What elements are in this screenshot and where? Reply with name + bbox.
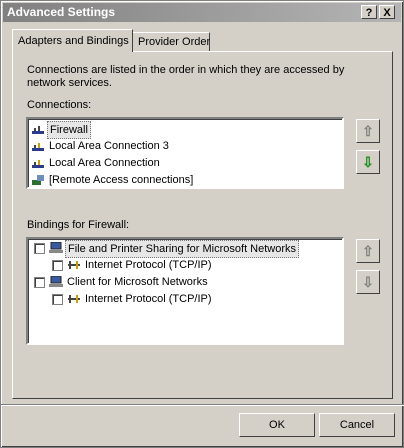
protocol-icon [68,295,80,303]
list-item-label: Local Area Connection 3 [49,140,169,152]
title-bar[interactable]: Advanced Settings ? X [3,3,401,22]
connection-move-down-button[interactable]: ⇩ [356,150,380,174]
cancel-button[interactable]: Cancel [319,413,395,437]
tab-label: Adapters and Bindings [18,35,129,47]
description-text: Connections are listed in the order in w… [27,64,345,89]
protocol-icon [68,261,80,269]
cancel-label: Cancel [339,419,375,431]
arrow-down-icon: ⇩ [362,154,374,170]
help-icon: ? [365,7,373,19]
close-button[interactable]: X [379,5,395,19]
ok-label: OK [269,419,285,431]
tree-item-label: Internet Protocol (TCP/IP) [85,293,212,305]
list-item-label: Local Area Connection [49,157,160,169]
computer-icon [49,242,63,253]
ok-button[interactable]: OK [239,413,315,437]
connections-label: Connections: [27,99,92,111]
connections-list[interactable]: Firewall Local Area Connection 3 Local A… [26,117,344,189]
network-adapter-icon [32,143,44,151]
advanced-settings-window: Advanced Settings ? X Adapters and Bindi… [0,0,404,448]
arrow-up-icon: ⇧ [362,123,374,139]
network-adapter-icon [32,126,44,134]
tree-item-label: Client for Microsoft Networks [67,276,208,288]
bindings-label: Bindings for Firewall: [27,219,130,231]
tab-panel: Connections are listed in the order in w… [12,51,393,399]
arrow-down-icon: ⇩ [362,274,374,290]
tree-item-client-for-microsoft-networks[interactable]: Client for Microsoft Networks [30,274,340,290]
binding-move-up-button[interactable]: ⇧ [356,239,380,263]
tree-item-internet-protocol[interactable]: Internet Protocol (TCP/IP) [30,291,340,307]
list-item-label: Firewall [47,121,91,139]
bindings-tree[interactable]: File and Printer Sharing for Microsoft N… [26,237,344,345]
tree-item-label: Internet Protocol (TCP/IP) [85,259,212,271]
close-icon: X [383,7,391,19]
arrow-up-icon: ⇧ [362,243,374,259]
list-item-firewall[interactable]: Firewall [30,121,330,139]
remote-access-icon [32,175,44,185]
tab-label: Provider Order [138,36,211,48]
tab-provider-order[interactable]: Provider Order [132,32,210,52]
binding-checkbox[interactable] [52,294,63,305]
network-adapter-icon [32,160,44,168]
list-item-local-area-connection-3[interactable]: Local Area Connection 3 [30,138,330,154]
divider [1,404,404,406]
connection-move-up-button[interactable]: ⇧ [356,119,380,143]
help-button[interactable]: ? [361,5,377,19]
tree-item-label: File and Printer Sharing for Microsoft N… [65,240,300,258]
window-title: Advanced Settings [7,5,116,19]
list-item-remote-access-connections[interactable]: [Remote Access connections] [30,172,330,188]
binding-checkbox[interactable] [34,277,45,288]
tab-adapters-and-bindings[interactable]: Adapters and Bindings [12,29,133,52]
binding-move-down-button[interactable]: ⇩ [356,270,380,294]
tree-item-file-and-printer-sharing[interactable]: File and Printer Sharing for Microsoft N… [30,240,340,258]
binding-checkbox[interactable] [34,243,45,254]
list-item-label: [Remote Access connections] [49,174,194,186]
list-item-local-area-connection[interactable]: Local Area Connection [30,155,330,171]
tree-item-internet-protocol[interactable]: Internet Protocol (TCP/IP) [30,257,340,273]
computer-icon [49,276,63,287]
binding-checkbox[interactable] [52,260,63,271]
